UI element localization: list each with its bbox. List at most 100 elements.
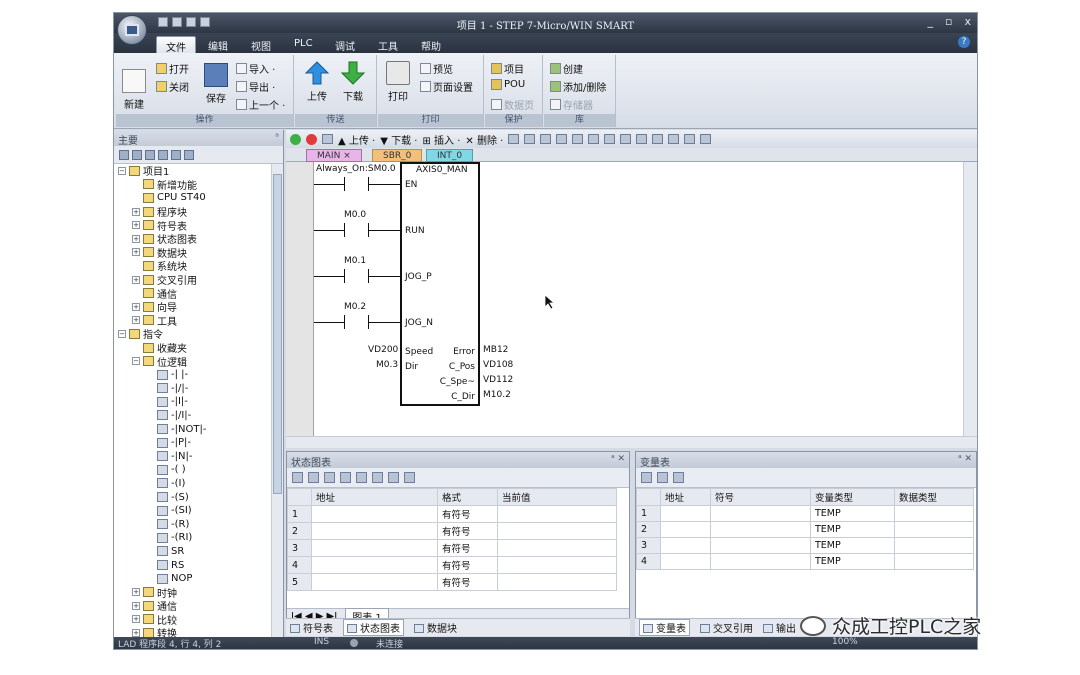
expand-icon[interactable]: + — [132, 302, 140, 311]
tree-node[interactable]: 通信 — [114, 286, 271, 301]
tree-tool-icon[interactable] — [119, 149, 129, 160]
tab-int0[interactable]: INT_0 — [426, 149, 474, 162]
tree-node[interactable]: -(SI) — [114, 504, 271, 518]
table-cell[interactable] — [497, 539, 617, 557]
toolbar-icon[interactable] — [404, 472, 415, 483]
previous-button[interactable]: 上一个 · — [236, 97, 285, 112]
tree-node[interactable]: -(I) — [114, 477, 271, 491]
editor-horizontal-scrollbar[interactable] — [286, 436, 977, 448]
panel-close-icon[interactable]: ᵃ ✕ — [958, 454, 972, 464]
table-row[interactable]: 4 TEMP — [636, 553, 974, 570]
table-cell[interactable] — [311, 522, 438, 540]
toolbar-icon[interactable] — [620, 134, 632, 144]
expand-icon[interactable]: + — [132, 275, 140, 284]
toolbar-icon[interactable] — [524, 134, 536, 144]
tree-node[interactable]: -|N|- — [114, 449, 271, 463]
toolbar-icon[interactable] — [684, 134, 696, 144]
tree-tool-icon[interactable] — [158, 149, 168, 160]
ladder-diagram[interactable]: Always_On:SM0.0 M0.0 M0.1 M0.2 AXIS0_MAN… — [286, 162, 963, 442]
table-row[interactable]: 1 TEMP — [636, 505, 974, 522]
tab-output[interactable]: 输出 — [763, 620, 796, 635]
table-cell[interactable] — [894, 521, 974, 538]
axis0-man-block[interactable]: AXIS0_MAN EN RUN JOG_P JOG_N Speed Dir E… — [400, 162, 480, 406]
editor-vertical-scrollbar[interactable] — [963, 162, 977, 442]
tab-symbol-table[interactable]: 符号表 — [290, 620, 333, 635]
table-cell[interactable] — [660, 521, 711, 538]
new-button[interactable]: 新建 — [122, 69, 146, 111]
tree-node[interactable]: -|P|- — [114, 436, 271, 450]
tree-node[interactable]: RS — [114, 558, 271, 572]
upload-dropdown[interactable]: ▲ 上传 · — [338, 132, 375, 147]
open-button[interactable]: 打开 — [156, 61, 189, 76]
tab-debug[interactable]: 调试 — [326, 36, 364, 53]
tree-node[interactable]: + 通信 — [114, 599, 271, 613]
table-cell[interactable] — [710, 505, 811, 522]
tab-sbr0[interactable]: SBR_0 — [372, 149, 423, 162]
toolbar-icon[interactable] — [636, 134, 648, 144]
memory-button[interactable]: 存储器 — [550, 97, 593, 112]
tab-help[interactable]: 帮助 — [412, 36, 450, 53]
tree-node[interactable]: -|I|- — [114, 395, 271, 409]
table-cell[interactable] — [311, 573, 438, 591]
expand-icon[interactable]: + — [132, 234, 140, 243]
tree-node[interactable]: 新增功能 — [114, 178, 271, 192]
pin-icon[interactable]: ᵃ — [275, 132, 279, 143]
toolbar-icon[interactable] — [556, 134, 568, 144]
toolbar-icon[interactable] — [372, 472, 383, 483]
table-cell[interactable] — [710, 521, 811, 538]
toolbar-icon[interactable] — [652, 134, 664, 144]
collapse-icon[interactable]: − — [132, 357, 140, 366]
tree-node[interactable]: -|/|- — [114, 382, 271, 396]
print-button[interactable]: 打印 — [386, 61, 410, 103]
tree-node[interactable]: + 数据块 — [114, 246, 271, 260]
table-cell[interactable] — [311, 505, 438, 523]
table-cell[interactable]: 有符号 — [437, 505, 498, 523]
expand-icon[interactable]: + — [132, 207, 140, 216]
export-button[interactable]: 导出 · — [236, 79, 275, 94]
insert-row-icon[interactable] — [641, 472, 652, 483]
table-row[interactable]: 1 有符号 — [287, 505, 617, 523]
tree-node[interactable]: + 程序块 — [114, 205, 271, 219]
delete-row-icon[interactable] — [657, 472, 668, 483]
tab-variable-table[interactable]: 变量表 — [639, 619, 690, 636]
toolbar-icon[interactable] — [340, 472, 351, 483]
insert-dropdown[interactable]: ⊞ 插入 · — [422, 132, 460, 147]
add-remove-library-button[interactable]: 添加/删除 — [550, 79, 606, 94]
tab-file[interactable]: 文件 — [156, 36, 196, 54]
tree-node[interactable]: + 向导 — [114, 300, 271, 314]
stop-icon[interactable] — [306, 133, 317, 145]
minimize-button[interactable]: _ — [928, 15, 934, 28]
table-cell[interactable] — [710, 553, 811, 570]
expand-icon[interactable]: + — [132, 615, 140, 624]
tab-edit[interactable]: 编辑 — [199, 36, 237, 53]
tree-node[interactable]: -|/I|- — [114, 409, 271, 423]
expand-icon[interactable]: + — [132, 248, 140, 257]
toolbar-icon[interactable] — [572, 134, 584, 144]
tree-node[interactable]: + 比较 — [114, 613, 271, 627]
table-cell[interactable] — [710, 537, 811, 554]
delete-row-icon[interactable] — [308, 472, 319, 483]
table-cell[interactable] — [660, 537, 711, 554]
table-cell[interactable] — [497, 522, 617, 540]
tree-node[interactable]: − 项目1 — [114, 164, 271, 178]
tree-node[interactable]: − 位逻辑 — [114, 354, 271, 369]
tab-view[interactable]: 视图 — [242, 36, 280, 53]
tree-node[interactable]: 收藏夹 — [114, 341, 271, 355]
tree-node[interactable]: -(RI) — [114, 531, 271, 545]
close-tab-icon[interactable]: × — [343, 151, 351, 161]
table-cell[interactable] — [660, 553, 711, 570]
preview-button[interactable]: 预览 — [420, 61, 453, 76]
table-row[interactable]: 4 有符号 — [287, 556, 617, 574]
expand-icon[interactable]: + — [132, 221, 140, 230]
tree-node[interactable]: NOP — [114, 572, 271, 586]
tree-node[interactable]: -|NOT|- — [114, 422, 271, 436]
table-cell[interactable]: 有符号 — [437, 539, 498, 557]
tree-node[interactable]: -(R) — [114, 517, 271, 531]
table-cell[interactable] — [497, 556, 617, 574]
table-row[interactable]: 2 TEMP — [636, 521, 974, 538]
table-row[interactable]: 5 有符号 — [287, 573, 617, 591]
tree-tool-icon[interactable] — [184, 149, 194, 160]
table-cell[interactable] — [497, 505, 617, 523]
delete-dropdown[interactable]: ✕ 删除 · — [465, 132, 503, 147]
tree-node[interactable]: -(S) — [114, 490, 271, 504]
